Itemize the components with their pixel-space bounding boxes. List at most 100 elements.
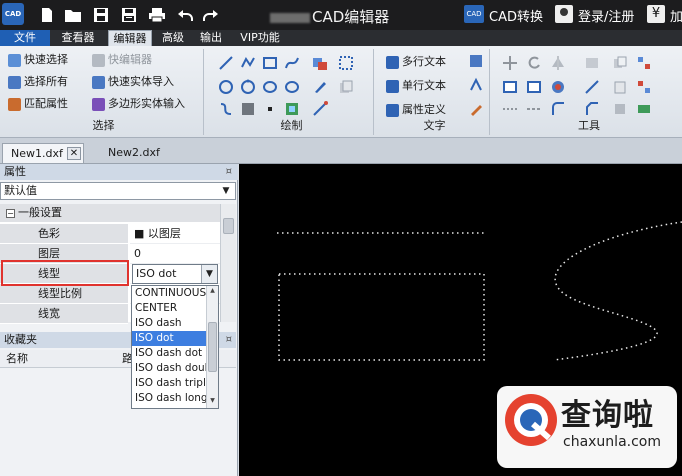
dropdown-scrollbar[interactable]: ▲ ▼ <box>206 286 218 408</box>
tab-editor[interactable]: 编辑器 <box>108 30 152 46</box>
cad-convert-icon[interactable]: CAD <box>464 5 484 23</box>
mirror-tool-icon[interactable] <box>550 55 566 71</box>
layer-dropdown-icon[interactable] <box>584 55 600 71</box>
doc-tab-new1[interactable]: New1.dxf ✕ <box>2 143 84 163</box>
trim-tool-icon[interactable] <box>612 101 628 117</box>
image-tool-icon[interactable] <box>284 101 300 117</box>
text-edit-icon[interactable] <box>468 101 484 117</box>
quick-entity-import-button[interactable]: 快速实体导入 <box>92 73 174 91</box>
save-icon[interactable] <box>92 7 110 23</box>
properties-filter-select[interactable]: 默认值 ▼ <box>0 182 236 200</box>
tab-output[interactable]: 输出 <box>196 30 226 46</box>
linetype-option[interactable]: ISO dash double <box>132 361 206 376</box>
close-tab-icon[interactable]: ✕ <box>67 147 81 160</box>
extra-menu-label[interactable]: 加 <box>670 6 682 25</box>
highlight-box <box>1 260 129 286</box>
block-editor-button[interactable]: 快编辑器 <box>92 51 152 69</box>
redo-icon[interactable] <box>202 7 220 23</box>
hatch-dropdown-icon[interactable] <box>338 55 354 71</box>
collapse-toggle-icon[interactable]: − <box>6 208 15 218</box>
curve-tool-icon[interactable] <box>218 101 234 117</box>
measure-tool-icon[interactable] <box>312 101 328 117</box>
app-logo[interactable]: CAD <box>2 3 24 25</box>
chamfer-tool-icon[interactable] <box>584 101 600 117</box>
open-folder-icon[interactable] <box>64 7 82 23</box>
array-tool-icon[interactable] <box>636 55 652 71</box>
new-file-icon[interactable] <box>38 7 56 23</box>
doc-tab-new2[interactable]: New2.dxf <box>100 143 170 163</box>
linetype-option[interactable]: ISO dash long <box>132 391 206 406</box>
line-tool-icon[interactable] <box>218 55 234 71</box>
singleline-text-button[interactable]: 单行文本 <box>386 77 446 95</box>
window-tool-icon[interactable] <box>502 79 518 95</box>
paste-tool-icon[interactable] <box>612 79 628 95</box>
match-properties-button[interactable]: 匹配属性 <box>8 95 68 113</box>
rotate-tool-icon[interactable] <box>526 55 542 71</box>
linetype-option[interactable]: ISO dash <box>132 316 206 331</box>
circle-tool-icon[interactable] <box>218 79 234 95</box>
linetype-option-selected[interactable]: ISO dot <box>132 331 206 346</box>
extend-tool-icon[interactable] <box>636 101 652 117</box>
polygon-entity-input-button[interactable]: 多边形实体输入 <box>92 95 185 113</box>
arc-tool-icon[interactable] <box>240 79 256 95</box>
move-tool-icon[interactable] <box>502 55 518 71</box>
pin-icon[interactable]: ¤ <box>226 164 232 180</box>
text-style-icon[interactable] <box>468 53 484 69</box>
select-all-button[interactable]: 选择所有 <box>8 73 68 91</box>
point-tool-icon[interactable] <box>262 101 278 117</box>
ellipse-arc-tool-icon[interactable] <box>284 79 300 95</box>
watermark: 查询啦 chaxunla.com <box>497 386 677 468</box>
general-settings-group[interactable]: − 一般设置 <box>0 204 220 222</box>
property-row-color[interactable]: 色彩 ■ 以图层 <box>0 224 220 244</box>
dashed-line-icon[interactable] <box>526 101 542 117</box>
color-dropdown-icon[interactable] <box>550 79 566 95</box>
spline-tool-icon[interactable] <box>284 55 300 71</box>
linetype-option[interactable]: ISO dash dot <box>132 346 206 361</box>
frame-tool-icon[interactable] <box>526 79 542 95</box>
print-icon[interactable] <box>148 7 166 23</box>
linetype-option[interactable]: ISO dash triple <box>132 376 206 391</box>
quick-select-button[interactable]: 快速选择 <box>8 51 68 69</box>
linetype-option[interactable]: CENTER <box>132 301 206 316</box>
watermark-url: chaxunla.com <box>563 434 661 450</box>
polyline-tool-icon[interactable] <box>240 55 256 71</box>
dotted-line-icon[interactable] <box>502 101 518 117</box>
select-all-icon <box>8 75 21 89</box>
copy-dropdown-icon[interactable] <box>338 79 354 95</box>
login-register-button[interactable]: 登录/注册 <box>578 6 634 25</box>
tab-file[interactable]: 文件 <box>0 30 50 46</box>
tab-advanced[interactable]: 高级 <box>158 30 188 46</box>
insert-block-icon[interactable] <box>312 55 328 71</box>
quick-select-icon <box>8 53 21 67</box>
fillet-tool-icon[interactable] <box>550 101 566 117</box>
scale-dropdown-icon[interactable] <box>584 79 600 95</box>
tab-vip[interactable]: VIP功能 <box>236 30 284 46</box>
property-scrollbar[interactable] <box>220 204 236 322</box>
explode-tool-icon[interactable] <box>636 79 652 95</box>
text-align-icon[interactable] <box>468 77 484 93</box>
user-icon[interactable] <box>555 5 573 23</box>
linetype-option[interactable]: CONTINUOUS <box>132 286 206 301</box>
ellipse-tool-icon[interactable] <box>262 79 278 95</box>
copy-tool-icon[interactable] <box>612 55 628 71</box>
text-group-label: 文字 <box>423 119 446 132</box>
hatch-tool-icon[interactable] <box>240 101 256 117</box>
chevron-down-icon[interactable]: ▼ <box>201 265 217 283</box>
column-name[interactable]: 名称 <box>6 350 28 368</box>
scrollbar-thumb[interactable] <box>208 322 217 372</box>
scrollbar-thumb[interactable] <box>223 218 234 234</box>
yen-icon[interactable]: ¥ <box>647 5 665 23</box>
linetype-select[interactable]: ISO dot ▼ <box>132 264 218 284</box>
scroll-down-icon[interactable]: ▼ <box>207 396 218 406</box>
scroll-up-icon[interactable]: ▲ <box>207 286 218 296</box>
save-as-icon[interactable] <box>120 7 138 23</box>
undo-icon[interactable] <box>176 7 194 23</box>
rectangle-tool-icon[interactable] <box>262 55 278 71</box>
multiline-text-button[interactable]: 多行文本 <box>386 53 446 71</box>
cad-convert-button[interactable]: CAD转换 <box>489 6 543 25</box>
chevron-down-icon[interactable]: ▼ <box>219 184 233 198</box>
pencil-tool-icon[interactable] <box>312 79 328 95</box>
properties-header: 属性 ¤ <box>0 164 238 180</box>
pin-icon[interactable]: ¤ <box>226 332 232 348</box>
tab-viewer[interactable]: 查看器 <box>56 30 100 46</box>
